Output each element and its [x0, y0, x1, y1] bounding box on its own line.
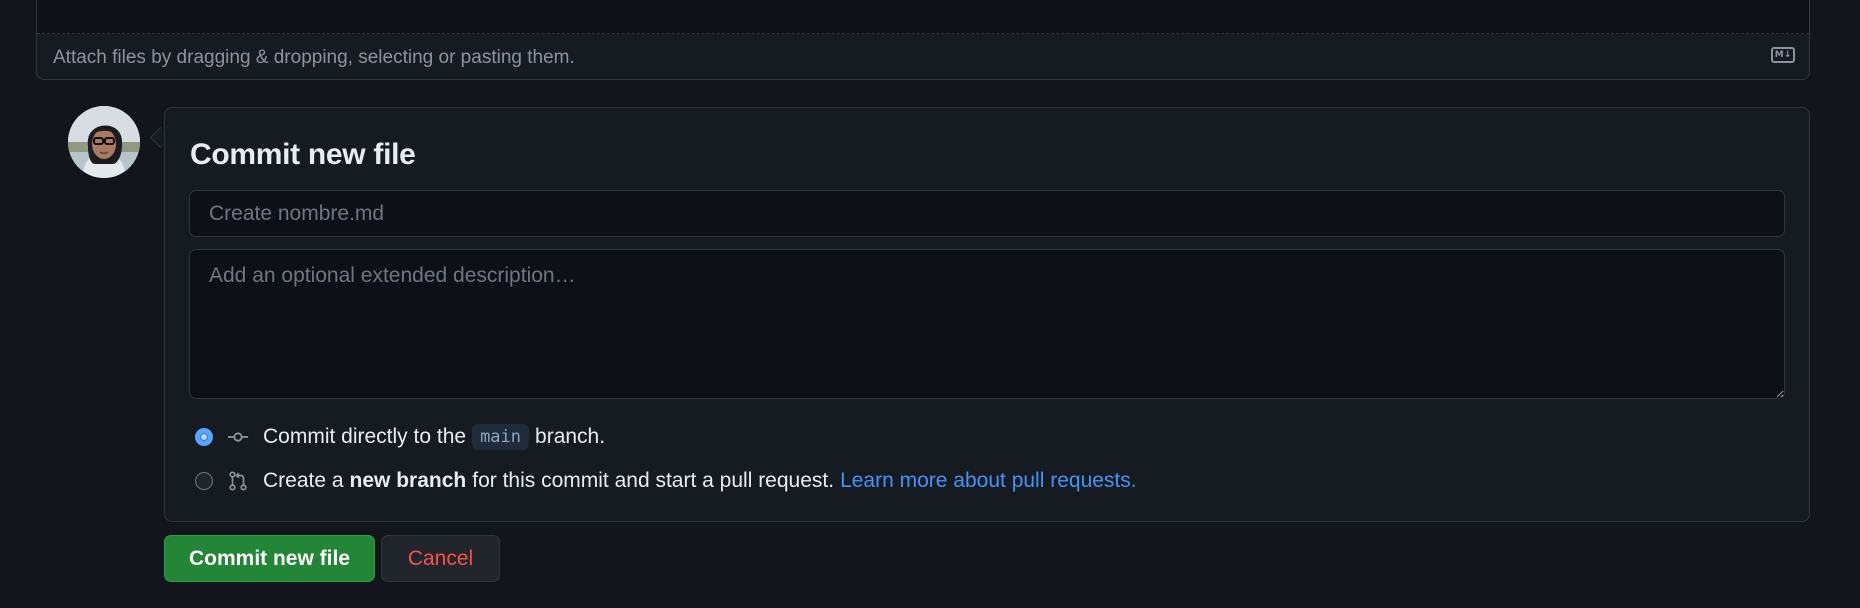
avatar-image — [68, 106, 140, 178]
avatar[interactable] — [68, 106, 140, 178]
commit-page: Attach files by dragging & dropping, sel… — [0, 0, 1860, 608]
commit-new-file-button[interactable]: Commit new file — [164, 535, 375, 582]
option-new-text-after: for this commit and start a pull request… — [472, 469, 835, 492]
editor-text-area[interactable] — [37, 0, 1809, 34]
markdown-icon[interactable]: M↓ — [1771, 47, 1795, 63]
option-direct-text-before: Commit directly to the — [263, 425, 467, 448]
commit-summary-input[interactable] — [189, 190, 1785, 237]
cancel-button[interactable]: Cancel — [381, 535, 500, 582]
option-new-bold: new branch — [349, 469, 467, 492]
radio-commit-direct[interactable] — [195, 428, 213, 446]
commit-title: Commit new file — [190, 138, 416, 171]
commit-form: Commit new file Commit directly to the m… — [164, 107, 1810, 522]
learn-more-pull-requests-link[interactable]: Learn more about pull requests. — [840, 469, 1137, 493]
git-commit-icon — [227, 432, 249, 442]
radio-new-branch[interactable] — [195, 472, 213, 490]
attach-files-hint[interactable]: Attach files by dragging & dropping, sel… — [53, 47, 575, 69]
option-new-branch[interactable]: Create a new branch for this commit and … — [195, 466, 1137, 496]
option-commit-direct[interactable]: Commit directly to the main branch. — [195, 422, 605, 452]
git-pull-request-icon — [229, 471, 247, 491]
commit-description-textarea[interactable] — [189, 249, 1785, 399]
option-direct-text-after: branch. — [535, 425, 606, 448]
option-new-text-before: Create a — [263, 469, 344, 492]
file-editor: Attach files by dragging & dropping, sel… — [36, 0, 1810, 80]
branch-name-chip: main — [472, 424, 530, 450]
